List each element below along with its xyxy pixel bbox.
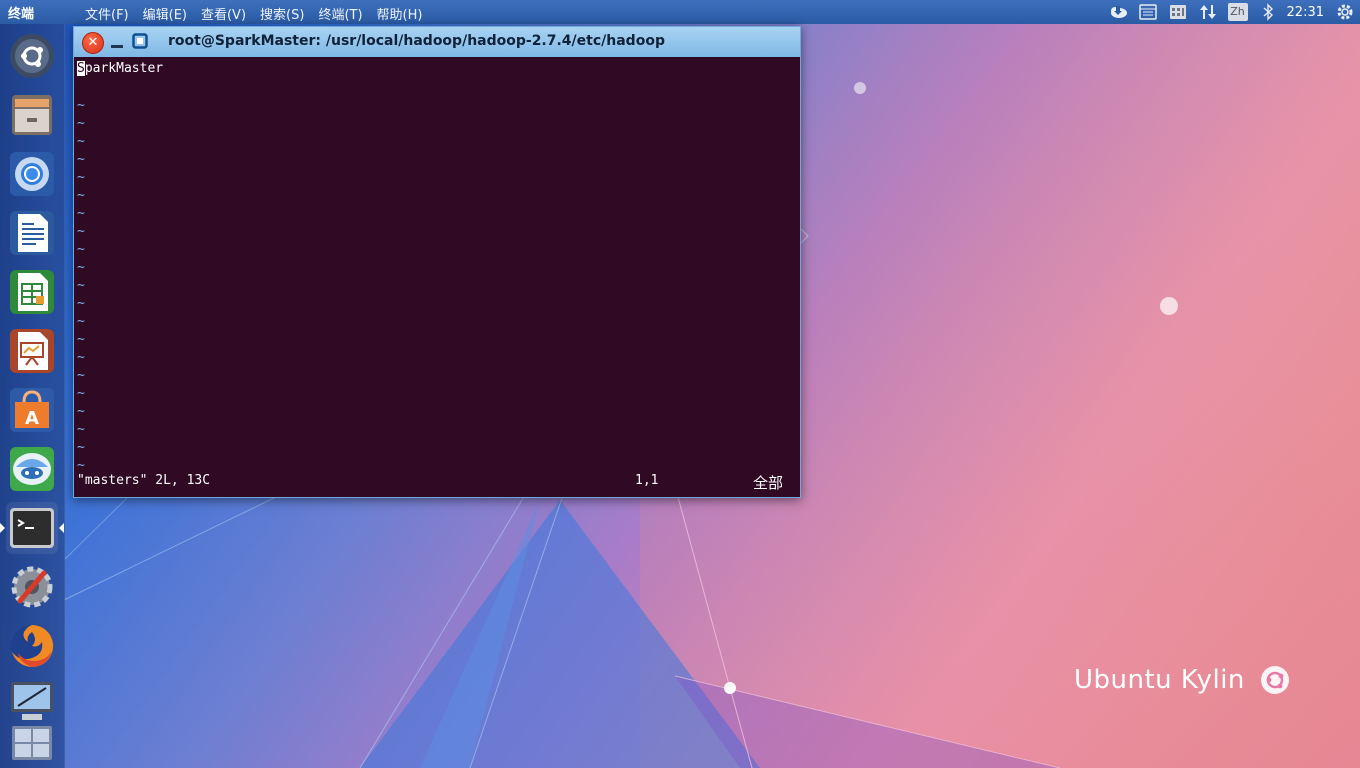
empty-line-marker: ~ xyxy=(77,296,85,311)
empty-line-marker: ~ xyxy=(77,206,85,221)
launcher-dash[interactable] xyxy=(6,30,58,82)
window-titlebar[interactable]: ✕ root@SparkMaster: /usr/local/hadoop/ha… xyxy=(74,27,800,57)
launcher-system-tools[interactable] xyxy=(6,561,58,613)
launcher-writer[interactable] xyxy=(6,207,58,259)
input-method-label: Zh xyxy=(1227,3,1248,21)
terminal-window[interactable]: ✕ root@SparkMaster: /usr/local/hadoop/ha… xyxy=(73,26,801,498)
launcher-running-indicator xyxy=(0,523,5,533)
system-tools-icon xyxy=(11,566,53,608)
menu-view[interactable]: 查看(V) xyxy=(201,4,246,23)
empty-line-marker: ~ xyxy=(77,116,85,131)
maximize-icon xyxy=(132,33,148,49)
minimize-button[interactable] xyxy=(108,32,126,52)
desktop: 终端 文件(F) 编辑(E) 查看(V) 搜索(S) 终端(T) 帮助(H) Z… xyxy=(0,0,1360,768)
empty-line-marker: ~ xyxy=(77,350,85,365)
empty-line-marker: ~ xyxy=(77,152,85,167)
close-button[interactable]: ✕ xyxy=(82,32,104,54)
firefox-icon xyxy=(11,624,54,667)
chinese-calendar-icon[interactable] xyxy=(1166,0,1190,24)
weather-icon[interactable] xyxy=(1106,0,1130,24)
minimize-icon xyxy=(111,45,123,48)
menu-terminal[interactable]: 终端(T) xyxy=(318,4,362,23)
menu-help[interactable]: 帮助(H) xyxy=(377,4,423,23)
launcher-kylin-assistant[interactable] xyxy=(6,443,58,495)
launcher-software-center[interactable]: A xyxy=(6,384,58,436)
launcher-impress[interactable] xyxy=(6,325,58,377)
clock[interactable]: 22:31 xyxy=(1287,5,1324,20)
empty-line-marker: ~ xyxy=(77,440,85,455)
software-center-icon: A xyxy=(10,388,54,432)
launcher-terminal[interactable] xyxy=(6,502,58,554)
launcher-workspace-switcher[interactable] xyxy=(6,718,58,768)
launcher-files[interactable] xyxy=(6,89,58,141)
kylin-assistant-icon xyxy=(10,447,54,491)
workspace-switcher-icon xyxy=(12,726,52,760)
terminal-icon xyxy=(10,508,54,548)
empty-line-marker: ~ xyxy=(77,98,85,113)
vim-scroll-position: 全部 xyxy=(753,474,784,492)
keyboard-icon[interactable] xyxy=(1136,0,1160,24)
empty-line-marker: ~ xyxy=(77,278,85,293)
vim-empty-line-markers: ~ ~ ~ ~ ~ ~ ~ ~ ~ ~ ~ ~ ~ ~ ~ ~ ~ ~ ~ ~ xyxy=(77,97,97,475)
empty-line-marker: ~ xyxy=(77,170,85,185)
empty-line-marker: ~ xyxy=(77,242,85,257)
terminal-content[interactable]: SparkMaster ~ ~ ~ ~ ~ ~ ~ ~ ~ ~ ~ ~ ~ ~ … xyxy=(74,57,800,497)
window-title: root@SparkMaster: /usr/local/hadoop/hado… xyxy=(168,33,665,49)
empty-line-marker: ~ xyxy=(77,224,85,239)
libreoffice-calc-icon xyxy=(10,270,54,314)
bluetooth-icon[interactable] xyxy=(1256,0,1280,24)
app-title: 终端 xyxy=(8,7,35,22)
empty-line-marker: ~ xyxy=(77,332,85,347)
vim-file-info: "masters" 2L, 13C xyxy=(77,473,211,488)
libreoffice-impress-icon xyxy=(10,329,54,373)
settings-gear-icon[interactable] xyxy=(1333,0,1357,24)
empty-line-marker: ~ xyxy=(77,386,85,401)
chromium-icon xyxy=(10,152,54,196)
empty-line-marker: ~ xyxy=(77,368,85,383)
menu-file[interactable]: 文件(F) xyxy=(85,4,129,23)
system-tray: Zh 22:31 xyxy=(1103,0,1360,24)
launcher: A xyxy=(0,24,65,768)
empty-line-marker: ~ xyxy=(77,422,85,437)
svg-text:A: A xyxy=(25,408,39,429)
empty-line-marker: ~ xyxy=(77,134,85,149)
text-cursor: S xyxy=(77,61,85,76)
empty-line-marker: ~ xyxy=(77,188,85,203)
menu-edit[interactable]: 编辑(E) xyxy=(143,4,187,23)
launcher-chromium[interactable] xyxy=(6,148,58,200)
libreoffice-writer-icon xyxy=(10,211,54,255)
vim-line-text: parkMaster xyxy=(84,61,164,76)
empty-line-marker: ~ xyxy=(77,260,85,275)
maximize-button[interactable] xyxy=(132,33,148,49)
close-icon: ✕ xyxy=(87,35,99,50)
empty-line-marker: ~ xyxy=(77,314,85,329)
ubuntu-kylin-logo-icon xyxy=(1260,666,1289,694)
dash-home-icon xyxy=(10,34,54,78)
vim-status-line: "masters" 2L, 13C 1,1 全部 xyxy=(77,473,793,492)
empty-line-marker: ~ xyxy=(77,404,85,419)
menu-search[interactable]: 搜索(S) xyxy=(260,4,304,23)
desktop-brand: Ubuntu Kylin xyxy=(1074,664,1291,696)
vim-cursor-position: 1,1 xyxy=(635,473,659,488)
launcher-calc[interactable] xyxy=(6,266,58,318)
input-method-icon[interactable]: Zh xyxy=(1226,0,1250,24)
vim-buffer-line: SparkMaster xyxy=(77,61,163,76)
menu-bar: 文件(F) 编辑(E) 查看(V) 搜索(S) 终端(T) 帮助(H) xyxy=(85,4,422,23)
files-icon xyxy=(12,95,52,135)
network-updown-icon[interactable] xyxy=(1196,0,1220,24)
top-panel: 终端 文件(F) 编辑(E) 查看(V) 搜索(S) 终端(T) 帮助(H) Z… xyxy=(0,0,1360,24)
launcher-firefox[interactable] xyxy=(6,620,58,672)
brand-text: Ubuntu Kylin xyxy=(1074,665,1245,695)
launcher-focused-indicator xyxy=(59,523,64,533)
